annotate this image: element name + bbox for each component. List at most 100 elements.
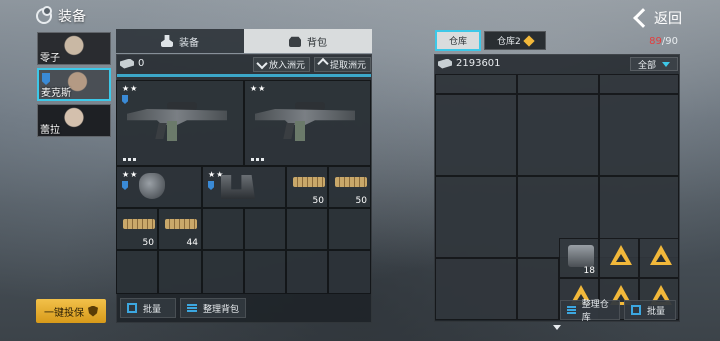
back-arrow-icon [633,8,653,28]
empty-slot[interactable] [286,208,328,250]
warning-badge-icon [650,245,672,265]
empty-slot[interactable] [517,74,599,94]
header: 装备 [36,6,86,26]
backpack-icon [289,36,301,47]
tab-label: 背包 [307,37,327,49]
gear-item[interactable]: ★★ [116,166,202,208]
organize-label: 整理背包 [203,304,240,315]
empty-slot[interactable] [517,94,599,176]
boots-icon [221,175,255,199]
tab-label: 仓库2 [497,37,521,47]
weapon-item[interactable]: ★★ [244,80,371,166]
organize-backpack-button[interactable]: 整理背包 [180,298,246,318]
empty-slot[interactable] [158,250,202,294]
badge-item[interactable] [599,238,639,278]
warehouse-funds: 2193601 [456,58,501,69]
download-icon [256,57,268,69]
warehouse-funds-row: 2193601 [438,58,501,69]
filter-dropdown[interactable]: 全部 [630,57,678,71]
item-quantity: 50 [355,196,367,206]
capacity-total: /90 [661,36,678,47]
tab-label: 装备 [179,37,199,49]
ammo-item[interactable]: 50 [116,208,158,250]
batch-icon [127,303,137,313]
empty-slot[interactable] [517,258,559,320]
left-tabs: 装备 背包 [116,29,372,53]
deposit-label: 放入洲元 [269,61,306,71]
empty-slot[interactable] [435,176,517,258]
smg-icon [255,99,355,141]
ammo-icon [165,219,197,229]
withdraw-label: 提取洲元 [330,61,367,71]
batch-icon [631,305,641,315]
tab-label: 仓库 [449,37,468,47]
upload-icon [317,57,329,69]
organize-warehouse-button[interactable]: 整理仓库 [560,300,620,323]
empty-slot[interactable] [435,74,517,94]
badge-item[interactable] [639,238,679,278]
empty-slot[interactable] [435,94,517,176]
item-quantity: 50 [312,196,324,206]
ammo-item[interactable]: 50 [286,166,328,208]
warehouse-grid: 18 [435,74,679,320]
empty-slot[interactable] [599,94,679,176]
premium-icon [523,34,535,47]
tab-warehouse-2[interactable]: 仓库2 [484,31,546,50]
back-button[interactable]: 返回 [633,8,682,28]
organize-label: 整理仓库 [581,300,609,323]
rarity-stars: ★★ [122,84,139,93]
chevron-down-icon [662,61,670,67]
equipment-icon [36,6,52,24]
list-icon [567,306,576,314]
shield-icon [88,305,98,317]
empty-slot[interactable] [599,74,679,94]
crate-icon [568,245,594,267]
batch-button[interactable]: 批量 [624,300,676,320]
weapon-item[interactable]: ★★ [116,80,244,166]
empty-slot[interactable] [244,208,286,250]
empty-slot[interactable] [286,250,328,294]
backpack-funds: 0 [138,58,145,69]
empty-slot[interactable] [202,208,244,250]
capacity-bar [117,74,371,77]
ammo-icon [293,177,325,187]
item-quantity: 50 [142,238,154,248]
tab-equipment[interactable]: 装备 [116,29,244,53]
batch-label: 批量 [143,304,162,315]
capacity-used: 89 [649,36,662,47]
deposit-funds-button[interactable]: 放入洲元 [253,57,311,72]
one-click-insure-button[interactable]: 一键投保 [36,299,106,323]
scroll-down-icon[interactable] [553,325,561,330]
ammo-item[interactable]: 50 [328,166,371,208]
page-title: 装备 [58,9,86,25]
withdraw-funds-button[interactable]: 提取洲元 [314,57,372,72]
empty-slot[interactable] [328,208,371,250]
character-slot-3[interactable]: 蕾拉 [37,104,111,137]
gear-item[interactable]: ★★ [202,166,286,208]
character-name: 麦克斯 [41,88,71,99]
character-slot-2[interactable]: 麦克斯 [37,68,111,101]
glove-icon [139,173,165,199]
attachment-dots [123,158,136,161]
backpack-funds-row: 0 放入洲元 提取洲元 [116,56,372,72]
smg-icon [127,99,227,141]
ammo-item[interactable]: 44 [158,208,202,250]
empty-slot[interactable] [435,258,517,320]
rarity-stars: ★★ [250,84,267,93]
character-name: 蕾拉 [40,125,60,136]
level-icon [122,181,128,190]
empty-slot[interactable] [328,250,371,294]
batch-button[interactable]: 批量 [120,298,176,318]
tab-backpack[interactable]: 背包 [244,29,372,53]
empty-slot[interactable] [116,250,158,294]
item-quantity: 18 [583,266,595,276]
empty-slot[interactable] [244,250,286,294]
ammo-icon [335,177,367,187]
filter-label: 全部 [637,60,656,71]
empty-slot[interactable] [202,250,244,294]
batch-label: 批量 [647,306,666,317]
tab-warehouse-1[interactable]: 仓库 [434,30,482,51]
warehouse-capacity: 89/90 [649,36,678,47]
character-slot-1[interactable]: 零子 [37,32,111,65]
crate-item[interactable]: 18 [559,238,599,278]
